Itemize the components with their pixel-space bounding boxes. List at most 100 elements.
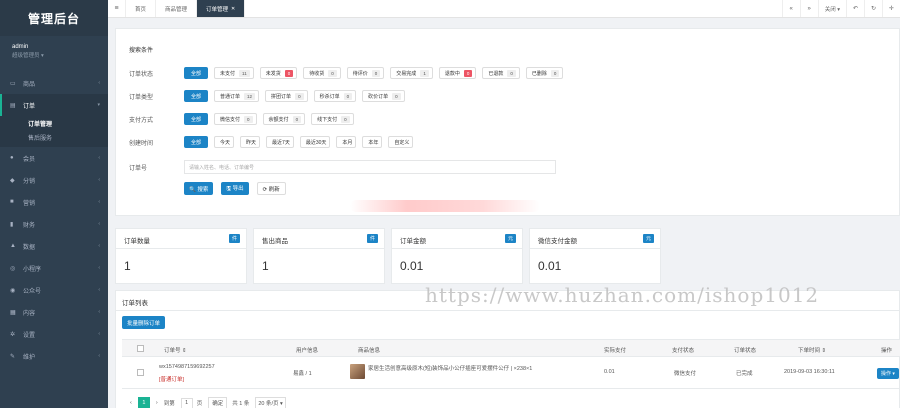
divider xyxy=(530,248,660,249)
time-chip[interactable]: 昨天 xyxy=(240,136,261,148)
status-chip-label: 已删除 xyxy=(531,70,547,77)
sidebar-item-4[interactable]: ■ 营销 ‹ xyxy=(0,191,108,213)
confirm-page-button[interactable]: 确定 xyxy=(208,397,228,408)
sidebar-item-3[interactable]: ◆ 分销 ‹ xyxy=(0,169,108,191)
user-panel[interactable]: admin 超级管理员 ▾ xyxy=(0,36,108,68)
order-time: 2019-09-03 16:30:11 xyxy=(784,369,835,375)
time-chip[interactable]: 本月 xyxy=(336,136,357,148)
sidebar-item-10[interactable]: ✲ 设置 ‹ xyxy=(0,323,108,345)
pay-chip[interactable]: 余额支付 0 xyxy=(262,113,306,125)
status-chip[interactable]: 未支付 11 xyxy=(214,67,254,79)
refresh-button[interactable]: ⟳ 刷新 xyxy=(256,182,286,195)
type-count-badge: 0 xyxy=(343,92,353,100)
scroll-right-icon[interactable]: » xyxy=(799,0,818,17)
sidebar-item-1[interactable]: ▤ 订单 ▾ xyxy=(0,94,108,116)
time-filter-label: 创建时间 xyxy=(129,140,154,147)
sidebar-item-5[interactable]: ▮ 财务 ‹ xyxy=(0,213,108,235)
prev-page-icon[interactable]: ‹ xyxy=(130,400,132,406)
status-count-badge: 1 xyxy=(420,69,429,77)
sidebar-item-9[interactable]: ▦ 内容 ‹ xyxy=(0,301,108,323)
type-chip-label: 全部 xyxy=(191,93,202,100)
search-panel: 搜索条件 订单状态 全部 未支付 11 未发货 0 待收货 0 待评价 0 交易完成 1 退款中 0 已退… xyxy=(115,28,900,216)
per-page-select[interactable]: 20 条/页 ▾ xyxy=(255,397,286,408)
type-chip[interactable]: 全部 xyxy=(184,90,209,102)
type-chip[interactable]: 拼团订单 0 xyxy=(265,90,308,102)
status-chip[interactable]: 待评价 0 xyxy=(346,67,385,79)
sidebar-item-2[interactable]: ● 会员 ‹ xyxy=(0,147,108,169)
stat-title: 订单金额 xyxy=(400,238,426,245)
type-chip[interactable]: 砍价订单 0 xyxy=(362,90,405,102)
user-role[interactable]: 超级管理员 ▾ xyxy=(12,51,98,59)
type-chip-label: 砍价订单 xyxy=(368,93,389,100)
search-actions: 🔍 搜索 🖫 导出 ⟳ 刷新 xyxy=(184,182,294,195)
sidebar-subitem-0[interactable]: 订单管理 xyxy=(0,116,108,130)
time-chip[interactable]: 最近7天 xyxy=(266,136,294,148)
status-chip[interactable]: 待收货 0 xyxy=(303,67,341,79)
type-chip[interactable]: 秒杀订单 0 xyxy=(313,90,357,102)
page-input[interactable]: 1 xyxy=(180,397,193,408)
pay-filter-label: 支付方式 xyxy=(129,117,154,124)
close-icon[interactable]: ✕ xyxy=(231,6,235,12)
chevron-left-icon: ‹ xyxy=(98,265,100,271)
back-icon[interactable]: ↶ xyxy=(846,0,864,17)
time-chip[interactable]: 自定义 xyxy=(388,136,414,148)
pay-status: 微信支付 xyxy=(674,371,697,377)
status-chip-label: 待评价 xyxy=(352,70,368,77)
pay-chip[interactable]: 微信支付 0 xyxy=(214,113,257,125)
sidebar-item-6[interactable]: ▲ 数据 ‹ xyxy=(0,235,108,257)
user-info: 易鑫 / 1 xyxy=(293,371,312,377)
pagination: ‹ 1 › 到第 1 页 确定 共 1 条 20 条/页 ▾ xyxy=(130,397,286,408)
batch-delete-button[interactable]: 批量删除订单 xyxy=(122,316,166,329)
menu-toggle-icon[interactable]: ≡ xyxy=(108,0,126,17)
select-all-checkbox[interactable] xyxy=(137,345,144,352)
pay-chip[interactable]: 线下支付 0 xyxy=(311,113,354,125)
wechat-icon: ◉ xyxy=(10,287,16,294)
time-chip[interactable]: 最近30天 xyxy=(299,136,331,148)
chevron-left-icon: ‹ xyxy=(98,331,100,337)
tab-1[interactable]: 商品管理 xyxy=(156,0,198,17)
status-chip-label: 未支付 xyxy=(220,70,236,77)
chevron-left-icon: ‹ xyxy=(98,309,100,315)
table-header: 订单号 ⇕ 用户信息 商品信息 实际支付 支付状态 订单状态 下单时间 ⇕ 操作 xyxy=(122,339,900,357)
pay-chip-label: 线下支付 xyxy=(317,116,338,123)
current-page[interactable]: 1 xyxy=(137,397,150,408)
export-button[interactable]: 🖫 导出 xyxy=(221,182,249,195)
row-checkbox[interactable] xyxy=(137,369,144,376)
chevron-left-icon: ‹ xyxy=(98,353,100,359)
col-time[interactable]: 下单时间 ⇕ xyxy=(798,346,826,354)
status-chip[interactable]: 未发货 0 xyxy=(259,67,298,79)
pay-chip[interactable]: 全部 xyxy=(184,113,209,125)
time-chip[interactable]: 今天 xyxy=(214,136,235,148)
status-chip[interactable]: 交易完成 1 xyxy=(390,67,433,79)
watermark: https://www.huzhan.com/ishop1012 xyxy=(425,283,820,307)
sidebar-item-label: 商品 xyxy=(23,81,36,88)
refresh-icon[interactable]: ↻ xyxy=(864,0,882,17)
time-chip[interactable]: 全部 xyxy=(184,136,209,148)
sidebar-item-8[interactable]: ◉ 公众号 ‹ xyxy=(0,279,108,301)
next-page-icon[interactable]: › xyxy=(156,400,158,406)
orders-title: 订单列表 xyxy=(122,300,148,307)
scroll-left-icon[interactable]: « xyxy=(781,0,800,17)
time-chip[interactable]: 本年 xyxy=(362,136,383,148)
tab-2[interactable]: 订单管理 ✕ xyxy=(197,0,246,17)
sidebar-item-0[interactable]: ▭ 商品 ‹ xyxy=(0,72,108,94)
total-count: 共 1 条 xyxy=(232,401,250,407)
stat-card: 订单金额 元 0.01 xyxy=(391,228,523,284)
order-type-tag: [普通订单] xyxy=(159,377,185,383)
col-order-no[interactable]: 订单号 ⇕ xyxy=(164,346,187,354)
close-tabs-dropdown[interactable]: 关闭 ▾ xyxy=(817,0,846,17)
status-chip[interactable]: 退款中 0 xyxy=(438,67,477,79)
fullscreen-icon[interactable]: ✛ xyxy=(882,0,900,17)
type-chip[interactable]: 普通订单 12 xyxy=(214,90,260,102)
status-chip[interactable]: 全部 xyxy=(184,67,209,79)
status-chip[interactable]: 已删除 0 xyxy=(525,67,564,79)
tab-0[interactable]: 首页 xyxy=(126,0,157,17)
sidebar-item-11[interactable]: ✎ 维护 ‹ xyxy=(0,345,108,367)
status-chip[interactable]: 已退款 0 xyxy=(482,67,520,79)
search-button[interactable]: 🔍 搜索 xyxy=(184,182,214,195)
sidebar-item-7[interactable]: ◎ 小程序 ‹ xyxy=(0,257,108,279)
order-no-input[interactable]: 请输入姓名、电话、订单编号 xyxy=(184,160,556,174)
sidebar-subitem-1[interactable]: 售后服务 xyxy=(0,130,108,144)
row-actions-button[interactable]: 操作 ▾ xyxy=(877,368,899,379)
marketing-icon: ■ xyxy=(10,199,14,205)
